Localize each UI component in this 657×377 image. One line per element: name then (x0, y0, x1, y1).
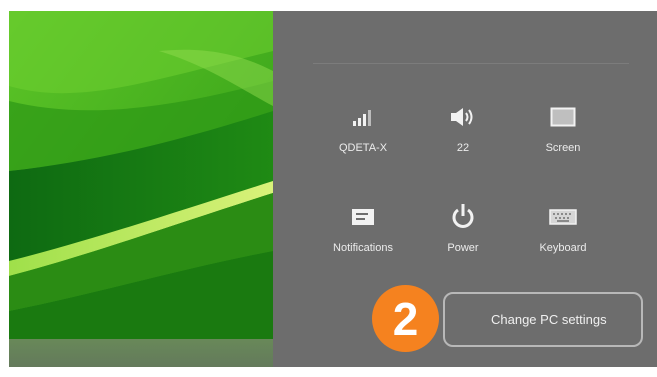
change-pc-settings-button[interactable]: Change PC settings (443, 292, 643, 347)
notifications-tile[interactable]: Notifications (315, 197, 411, 267)
change-pc-settings-label: Change PC settings (491, 312, 607, 327)
settings-panel: QDETA-X 22 Screen Notifications Power Ke… (273, 11, 657, 367)
power-tile[interactable]: Power (415, 197, 511, 267)
keyboard-label: Keyboard (539, 242, 587, 254)
step-number: 2 (392, 292, 419, 345)
power-icon (415, 197, 511, 237)
screen-brightness-icon (515, 97, 611, 137)
screen-tile[interactable]: Screen (515, 97, 611, 167)
keyboard-tile[interactable]: Keyboard (515, 197, 611, 267)
volume-icon (415, 97, 511, 137)
volume-label: 22 (456, 142, 470, 154)
desktop-wallpaper (9, 11, 273, 367)
keyboard-icon (515, 197, 611, 237)
screen-label: Screen (545, 142, 581, 154)
power-label: Power (447, 242, 479, 254)
network-label: QDETA-X (338, 142, 388, 154)
wifi-signal-icon (315, 97, 411, 137)
panel-divider (313, 63, 629, 64)
network-tile[interactable]: QDETA-X (315, 97, 411, 167)
screenshot-frame: QDETA-X 22 Screen Notifications Power Ke… (9, 11, 657, 367)
volume-tile[interactable]: 22 (415, 97, 511, 167)
notifications-label: Notifications (333, 242, 393, 254)
taskbar-strip (9, 339, 273, 367)
step-number-badge: 2 (372, 285, 439, 352)
wallpaper-art (9, 11, 273, 367)
notifications-icon (315, 197, 411, 237)
